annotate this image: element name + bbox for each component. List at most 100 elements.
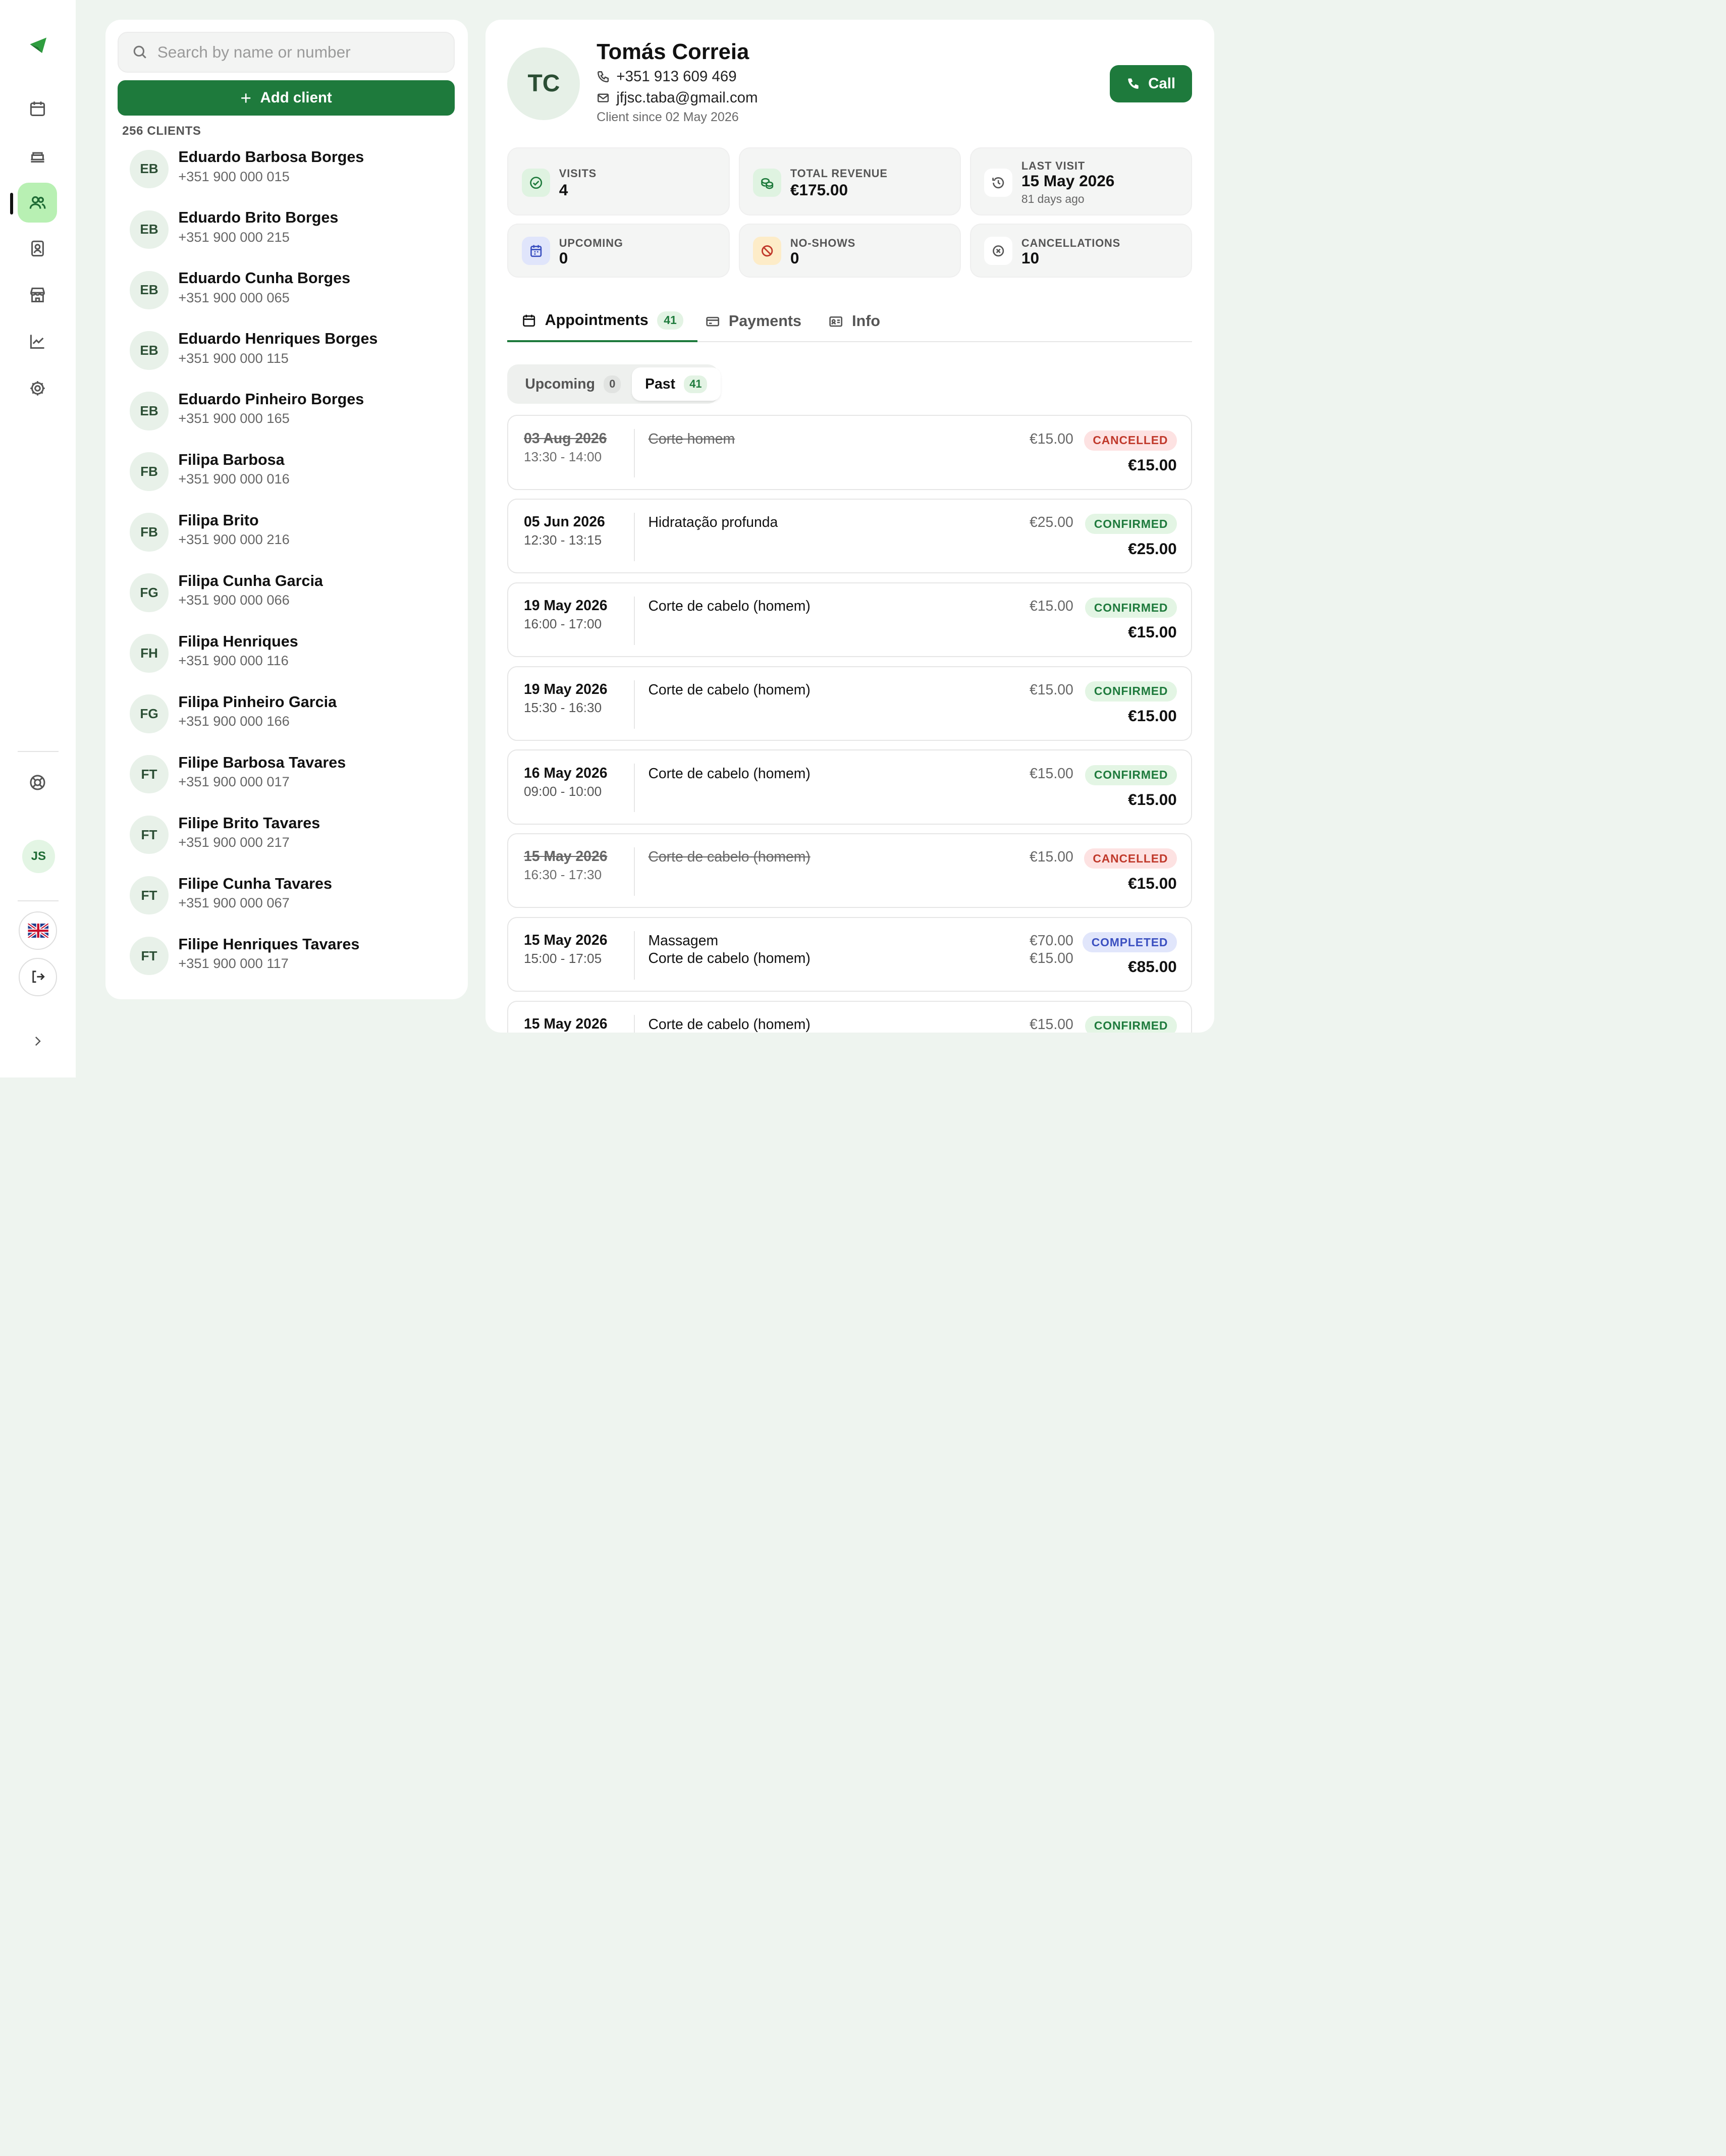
call-button[interactable]: Call: [1109, 65, 1193, 102]
client-list-item[interactable]: FG Filipa Cunha Garcia +351 900 000 066: [105, 562, 468, 623]
client-avatar: FG: [130, 573, 169, 612]
tab-payments[interactable]: Payments: [706, 300, 801, 342]
filter-past[interactable]: Past 41: [631, 367, 721, 401]
add-client-button[interactable]: + Add client: [118, 80, 455, 116]
appointment-total: €15.00: [1128, 455, 1177, 474]
client-list-item[interactable]: EB Eduardo Cunha Borges +351 900 000 065: [105, 260, 468, 320]
logo-icon[interactable]: [28, 34, 50, 57]
client-count: 256 CLIENTS: [122, 124, 201, 138]
status-badge: CONFIRMED: [1085, 681, 1177, 702]
client-name: Filipa Pinheiro Garcia: [178, 693, 337, 711]
filter-label: Upcoming: [525, 375, 595, 392]
status-badge: CANCELLED: [1084, 848, 1177, 869]
tab-appointments[interactable]: Appointments 41: [507, 300, 698, 343]
appointment-card[interactable]: 16 May 2026 09:00 - 10:00 Corte de cabelo …: [507, 749, 1193, 825]
appointment-card[interactable]: 03 Aug 2026 13:30 - 14:00 Corte homem €15.0…: [507, 415, 1193, 490]
search-input[interactable]: [157, 43, 444, 62]
client-list-item[interactable]: FT Filipe Brito Tavares +351 900 000 217: [105, 804, 468, 865]
help-icon[interactable]: [18, 763, 58, 803]
service-price: €15.00: [1030, 950, 1073, 966]
appointment-prices: €15.00: [1030, 430, 1073, 448]
appointment-card[interactable]: 15 May 2026 15:00 - 17:05 Massagem Corte de…: [507, 917, 1193, 992]
expand-chevron-icon[interactable]: [18, 1021, 58, 1061]
appointment-services: Hidratação profunda: [648, 514, 778, 531]
appointment-time: 16:00 - 17:00: [524, 616, 602, 632]
appointment-card[interactable]: 05 Jun 2026 12:30 - 13:15 Hidratação profu…: [507, 499, 1193, 574]
appointment-card[interactable]: 15 May 2026 Corte de cabelo (homem) €15.00…: [507, 1000, 1193, 1033]
clients-nav-icon[interactable]: [17, 183, 58, 223]
service-name: Corte homem: [648, 430, 735, 447]
stat-upcoming: UPCOMING 0: [507, 223, 730, 278]
client-list-item[interactable]: FB Filipa Barbosa +351 900 000 016: [105, 442, 468, 502]
client-list-item[interactable]: FG Filipa Pinheiro Garcia +351 900 000 166: [105, 683, 468, 744]
client-phone[interactable]: +351 913 609 469: [616, 68, 736, 85]
client-list-item[interactable]: EB Eduardo Henriques Borges +351 900 000 1…: [105, 320, 468, 381]
status-badge: CONFIRMED: [1085, 514, 1177, 534]
appointment-time: 09:00 - 10:00: [524, 783, 602, 799]
client-list-item[interactable]: FB Filipa Brito +351 900 000 216: [105, 502, 468, 563]
staff-nav-icon[interactable]: [18, 229, 58, 269]
call-label: Call: [1148, 75, 1176, 92]
appointment-services: Corte de cabelo (homem): [648, 681, 810, 699]
user-avatar[interactable]: JS: [22, 840, 56, 873]
side-rail: JS: [0, 0, 76, 1078]
client-avatar: FH: [130, 634, 169, 673]
appointment-total: €15.00: [1128, 874, 1177, 892]
client-name: Filipe Henriques Tavares: [178, 935, 360, 953]
stat-label: CANCELLATIONS: [1021, 236, 1121, 249]
language-flag-icon[interactable]: [19, 911, 58, 950]
tab-info[interactable]: Info: [829, 300, 880, 342]
client-email-row: jfjsc.taba@gmail.com: [597, 89, 758, 106]
check-circle-icon: [521, 168, 551, 197]
appointment-date: 03 Aug 2026: [524, 430, 607, 447]
services-nav-icon[interactable]: [18, 135, 58, 175]
calendar-nav-icon[interactable]: [18, 89, 58, 129]
appointment-card[interactable]: 15 May 2026 16:30 - 17:30 Corte de cabelo …: [507, 833, 1193, 908]
filter-count: 41: [684, 375, 708, 393]
client-avatar: TC: [507, 47, 580, 120]
appointment-prices: €15.00: [1030, 1016, 1073, 1033]
service-price: €15.00: [1030, 430, 1073, 447]
appointment-total: €15.00: [1128, 707, 1177, 725]
appointment-date: 19 May 2026: [524, 598, 608, 614]
client-name: Filipe Cunha Tavares: [178, 875, 332, 892]
client-list-item[interactable]: FH Filipa Henriques +351 900 000 116: [105, 623, 468, 683]
client-email[interactable]: jfjsc.taba@gmail.com: [616, 89, 758, 106]
client-list-item[interactable]: EB Eduardo Pinheiro Borges +351 900 000 16…: [105, 381, 468, 442]
client-phone: +351 900 000 017: [178, 774, 290, 790]
service-name: Corte de cabelo (homem): [648, 849, 811, 866]
client-avatar: EB: [130, 149, 169, 188]
stat-label: VISITS: [559, 167, 597, 180]
client-avatar: EB: [130, 210, 169, 249]
appointment-prices: €15.00: [1030, 681, 1073, 699]
appointment-card[interactable]: 19 May 2026 16:00 - 17:00 Corte de cabelo …: [507, 582, 1193, 658]
appointment-prices: €25.00: [1030, 514, 1073, 531]
appointment-prices: €15.00: [1030, 598, 1073, 615]
client-list-item[interactable]: FT Filipe Cunha Tavares +351 900 000 067: [105, 865, 468, 926]
appointment-card[interactable]: 19 May 2026 15:30 - 16:30 Corte de cabelo …: [507, 666, 1193, 741]
client-list-item[interactable]: EB Eduardo Barbosa Borges +351 900 000 015: [105, 139, 468, 199]
coins-icon: [752, 168, 782, 197]
client-name: Eduardo Barbosa Borges: [178, 148, 364, 166]
settings-nav-icon[interactable]: [18, 369, 58, 409]
client-list-item[interactable]: FT Filipe Henriques Tavares +351 900 000 1…: [105, 926, 468, 986]
plus-icon: +: [240, 87, 252, 109]
search-box[interactable]: [118, 32, 455, 73]
x-circle-icon: [984, 236, 1013, 265]
rail-divider: [17, 900, 59, 902]
client-list-item[interactable]: EB Eduardo Brito Borges +351 900 000 215: [105, 199, 468, 260]
calendar-clock-icon: [521, 236, 551, 265]
client-list-item[interactable]: FT Filipe Barbosa Tavares +351 900 000 017: [105, 744, 468, 804]
store-nav-icon[interactable]: [18, 275, 58, 315]
appointment-services: Corte de cabelo (homem): [648, 598, 810, 615]
client-phone: +351 900 000 066: [178, 592, 290, 608]
reports-nav-icon[interactable]: [18, 321, 58, 361]
status-badge: CONFIRMED: [1085, 598, 1177, 618]
appointment-prices: €15.00: [1030, 848, 1073, 866]
client-name: Eduardo Brito Borges: [178, 209, 339, 227]
filter-upcoming[interactable]: Upcoming 0: [512, 367, 634, 400]
appointment-prices: €70.00 €15.00: [1030, 932, 1073, 967]
appointments-filter: Upcoming 0 Past 41: [507, 364, 721, 404]
logout-icon[interactable]: [19, 957, 58, 996]
appointment-total: €85.00: [1128, 957, 1177, 976]
